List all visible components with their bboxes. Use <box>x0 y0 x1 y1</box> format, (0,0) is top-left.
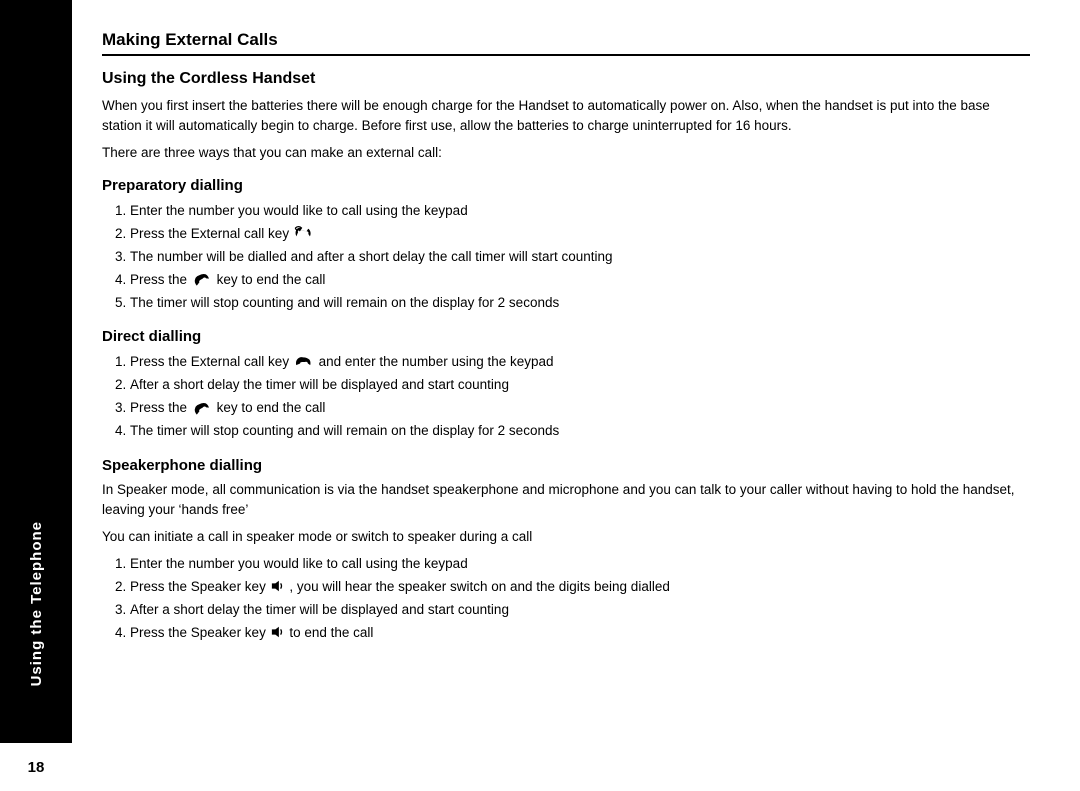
call-icon-2 <box>293 355 315 369</box>
list-item: Enter the number you would like to call … <box>130 200 1030 223</box>
list-item: After a short delay the timer will be di… <box>130 374 1030 397</box>
section4-list: Enter the number you would like to call … <box>130 553 1030 645</box>
section4-title: Speakerphone dialling <box>102 457 1030 474</box>
end-call-icon-2 <box>191 401 213 415</box>
section2-list: Enter the number you would like to call … <box>130 200 1030 315</box>
list-item: After a short delay the timer will be di… <box>130 599 1030 622</box>
section2-title: Preparatory dialling <box>102 177 1030 194</box>
page-title: Making External Calls <box>102 30 1030 56</box>
list-item: Enter the number you would like to call … <box>130 553 1030 576</box>
section4-para1: In Speaker mode, all communication is vi… <box>102 480 1030 521</box>
list-item: Press the External call key <box>130 223 1030 246</box>
list-item: Press the key to end the call <box>130 269 1030 292</box>
speaker-icon <box>270 579 286 593</box>
page-number-area: 18 <box>0 741 72 791</box>
section3-title: Direct dialling <box>102 328 1030 345</box>
speaker-icon-2 <box>270 625 286 639</box>
section1-para1: When you first insert the batteries ther… <box>102 96 1030 137</box>
sidebar-black: Using the Telephone <box>0 0 72 741</box>
list-item: The number will be dialled and after a s… <box>130 246 1030 269</box>
call-icon <box>293 226 315 240</box>
page-number: 18 <box>28 759 45 776</box>
list-item: Press the Speaker key to end the call <box>130 622 1030 645</box>
section1-title: Using the Cordless Handset <box>102 70 1030 88</box>
sidebar-label: Using the Telephone <box>28 521 45 686</box>
left-sidebar: Using the Telephone 18 <box>0 0 72 791</box>
list-item: Press the External call key and enter th… <box>130 351 1030 374</box>
list-item: The timer will stop counting and will re… <box>130 420 1030 443</box>
list-item: Press the key to end the call <box>130 397 1030 420</box>
list-item: The timer will stop counting and will re… <box>130 292 1030 315</box>
section1-para2: There are three ways that you can make a… <box>102 143 1030 163</box>
list-item: Press the Speaker key , you will hear th… <box>130 576 1030 599</box>
section3-list: Press the External call key and enter th… <box>130 351 1030 443</box>
section4-para2: You can initiate a call in speaker mode … <box>102 527 1030 547</box>
main-content: Making External Calls Using the Cordless… <box>72 0 1080 791</box>
end-call-icon <box>191 272 213 286</box>
